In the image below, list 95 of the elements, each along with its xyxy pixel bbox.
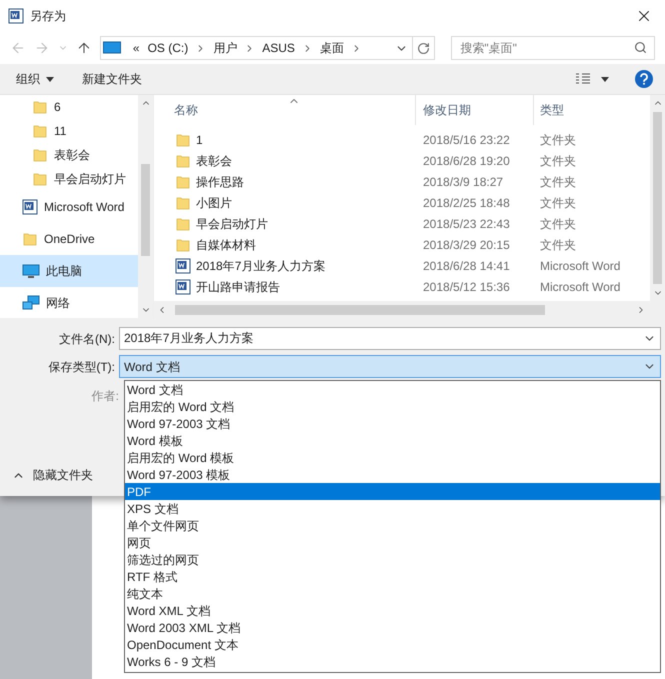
modified-date: 2018/5/16 23:22: [422, 132, 511, 148]
file-type: 文件夹: [539, 194, 576, 212]
help-icon[interactable]: [635, 70, 653, 88]
modified-date: 2018/5/23 22:43: [422, 216, 511, 232]
search-field[interactable]: 搜索"桌面": [451, 36, 655, 60]
file-type: Microsoft Word: [539, 258, 620, 274]
scrollbar[interactable]: [650, 95, 665, 301]
dropdown-option[interactable]: Word 2003 XML 文档: [125, 619, 660, 636]
column-header[interactable]: 名称: [154, 95, 416, 125]
file-row[interactable]: 表彰会 2018/6/28 19:20 文件夹: [154, 150, 650, 171]
dropdown-option[interactable]: XPS 文档: [125, 500, 660, 517]
dropdown-option[interactable]: 筛选过的网页: [125, 551, 660, 568]
folder-icon: [32, 123, 48, 139]
file-row[interactable]: 1 2018/5/16 23:22 文件夹: [154, 129, 650, 150]
sidebar-item[interactable]: 6: [0, 95, 138, 119]
sidebar-item[interactable]: OneDrive: [0, 223, 138, 255]
modified-date: 2018/6/28 19:20: [422, 152, 511, 170]
organize-button[interactable]: 组织: [16, 70, 54, 88]
folder-icon: [175, 216, 191, 232]
modified-date: 2018/2/25 18:48: [422, 194, 511, 212]
scrollbar[interactable]: [138, 95, 153, 318]
breadcrumb-item[interactable]: OS (C:): [144, 39, 192, 57]
word-document-icon: [22, 199, 38, 215]
dropdown-option[interactable]: 纯文本: [125, 585, 660, 602]
network-icon: [22, 295, 40, 311]
filename-label: 文件名(N):: [58, 330, 116, 348]
word-document-icon: [175, 278, 191, 294]
modified-date: 2018/3/9 18:27: [422, 174, 504, 190]
file-type-label: 保存类型(T):: [47, 358, 116, 376]
file-type: 文件夹: [539, 152, 576, 170]
window-title: 另存为: [30, 8, 66, 25]
caret-icon[interactable]: [601, 76, 609, 82]
caret-icon: [46, 76, 54, 82]
file-row[interactable]: 小图片 2018/2/25 18:48 文件夹: [154, 192, 650, 213]
dropdown-option[interactable]: 网页: [125, 534, 660, 551]
dropdown-option[interactable]: Word 97-2003 文档: [125, 415, 660, 432]
file-row[interactable]: 开山路申请报告 2018/5/12 15:36 Microsoft Word: [154, 276, 650, 297]
folder-icon: [175, 174, 191, 190]
dropdown-option[interactable]: Word 模板: [125, 432, 660, 449]
dropdown-option[interactable]: Word 97-2003 模板: [125, 466, 660, 483]
sidebar-item[interactable]: 11: [0, 119, 138, 143]
dropdown-option[interactable]: OpenDocument 文本: [125, 636, 660, 653]
sidebar-item[interactable]: Microsoft Word: [0, 191, 138, 223]
file-type: 文件夹: [539, 174, 576, 190]
file-row[interactable]: 早会启动灯片 2018/5/23 22:43 文件夹: [154, 213, 650, 234]
folder-icon: [22, 231, 38, 247]
file-row[interactable]: 2018年7月业务人力方案 2018/6/28 14:41 Microsoft Word: [154, 255, 650, 276]
dropdown-option[interactable]: Word 文档: [125, 381, 660, 398]
breadcrumb-item[interactable]: 用户: [209, 39, 242, 57]
modified-date: 2018/6/28 14:41: [422, 258, 511, 274]
folder-icon: [32, 99, 48, 115]
breadcrumb-item[interactable]: 桌面: [316, 39, 348, 57]
column-header[interactable]: 类型: [534, 95, 650, 125]
horizontal-scrollbar[interactable]: [154, 301, 665, 318]
author-label: 作者:: [90, 388, 119, 405]
dropdown-option[interactable]: 启用宏的 Word 模板: [125, 449, 660, 466]
dropdown-option[interactable]: Works 6 - 9 文档: [125, 653, 660, 670]
file-type: 文件夹: [539, 216, 576, 232]
folder-icon: [32, 171, 48, 187]
address-bar[interactable]: « OS (C:) 用户 ASUS 桌面: [100, 36, 436, 60]
new-folder-button[interactable]: 新建文件夹: [82, 70, 142, 88]
hide-folders-button[interactable]: 隐藏文件夹: [0, 466, 93, 484]
computer-icon: [102, 41, 121, 55]
folder-icon: [175, 194, 191, 210]
dropdown-option[interactable]: Word XML 文档: [125, 602, 660, 619]
dropdown-option[interactable]: PDF: [125, 483, 660, 500]
modified-date: 2018/3/29 20:15: [422, 236, 511, 254]
folder-icon: [175, 236, 191, 252]
refresh-icon[interactable]: [417, 42, 430, 54]
file-row[interactable]: 操作思路 2018/3/9 18:27 文件夹: [154, 171, 650, 192]
word-document-icon: [8, 8, 24, 24]
dropdown-option[interactable]: 启用宏的 Word 文档: [125, 398, 660, 415]
sidebar-item[interactable]: 早会启动灯片: [0, 167, 138, 191]
file-type: Microsoft Word: [539, 278, 620, 296]
file-type: 文件夹: [539, 132, 576, 148]
dropdown-option[interactable]: RTF 格式: [125, 568, 660, 585]
sidebar-item[interactable]: 此电脑: [0, 255, 138, 287]
computer-icon: [22, 263, 40, 279]
file-type-select[interactable]: Word 文档: [119, 355, 661, 378]
search-icon[interactable]: [634, 41, 647, 54]
breadcrumb-item[interactable]: «: [128, 39, 144, 57]
column-header[interactable]: 修改日期: [416, 95, 534, 125]
folder-icon: [32, 147, 48, 163]
folder-icon: [175, 132, 191, 148]
folder-icon: [175, 152, 191, 168]
dropdown-option[interactable]: 单个文件网页: [125, 517, 660, 534]
breadcrumb-item[interactable]: ASUS: [258, 39, 299, 57]
sidebar-item[interactable]: 表彰会: [0, 143, 138, 167]
modified-date: 2018/5/12 15:36: [422, 278, 511, 296]
filename-field[interactable]: 2018年7月业务人力方案: [119, 327, 661, 350]
view-options-icon[interactable]: [575, 72, 591, 86]
word-document-icon: [175, 258, 191, 274]
sidebar-item[interactable]: 网络: [0, 287, 138, 318]
file-row[interactable]: 自媒体材料 2018/3/29 20:15 文件夹: [154, 234, 650, 255]
file-type: 文件夹: [539, 236, 576, 254]
